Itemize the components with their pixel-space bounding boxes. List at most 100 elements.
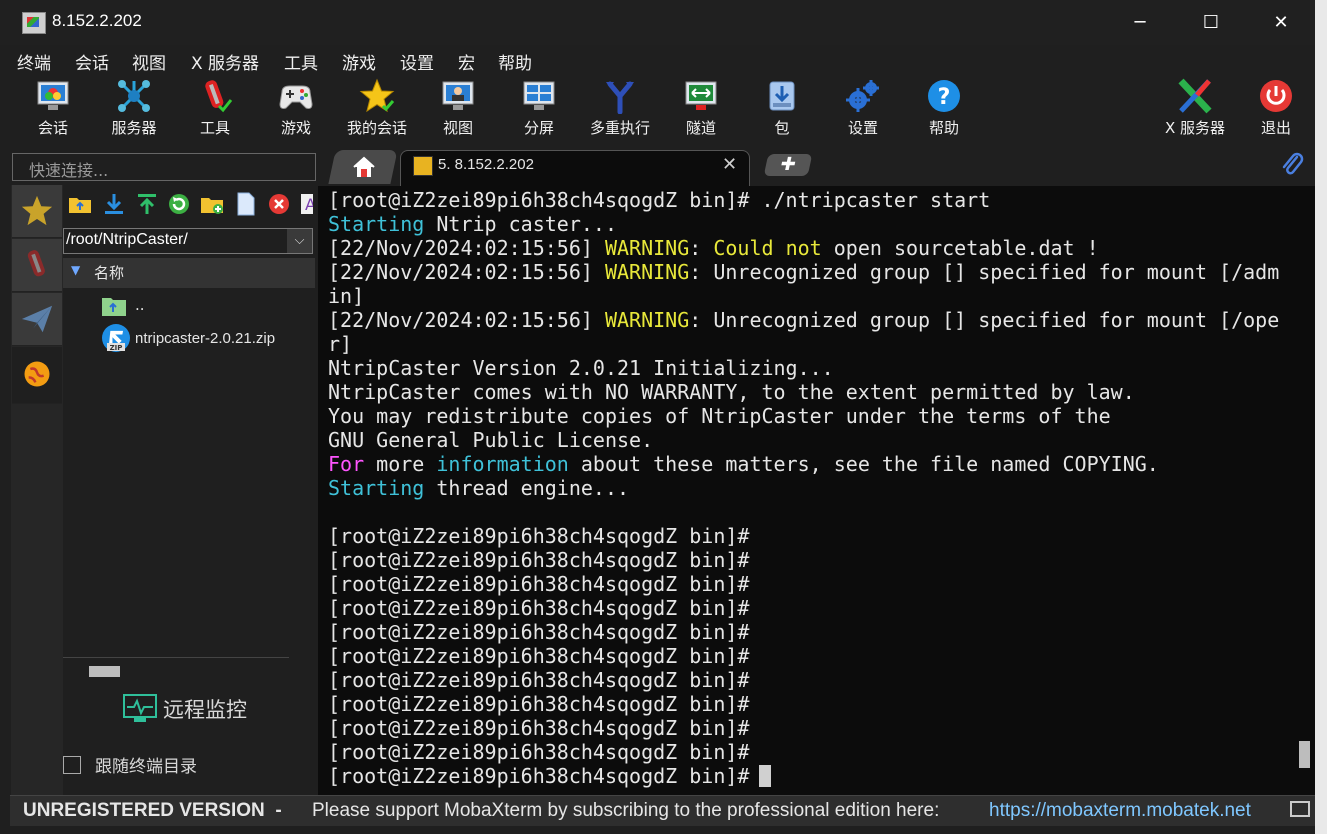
terminal-line: [root@iZ2zei89pi6h38ch4sqogdZ bin]# <box>328 596 1279 620</box>
menu-tools[interactable]: 工具 <box>284 49 318 74</box>
mobaxterm-window: 8.152.2.202 ─ ☐ ✕ 终端 会话 视图 X 服务器 工具 游戏 设… <box>0 0 1315 834</box>
terminal-text: [22/Nov/2024:02:15:56] <box>328 260 605 284</box>
packages-label: 包 <box>774 119 790 137</box>
paper-plane-icon <box>21 305 53 333</box>
terminal-text: [root@iZ2zei89pi6h38ch4sqogdZ bin]# <box>328 548 750 572</box>
app-icon <box>22 12 46 34</box>
rename-icon[interactable]: A <box>299 192 313 216</box>
menu-games[interactable]: 游戏 <box>342 49 376 74</box>
quick-connect-input[interactable]: 快速连接... <box>12 153 316 181</box>
zip-file-icon: ZIP <box>102 324 130 352</box>
terminal-scrollbar[interactable] <box>1299 741 1310 768</box>
terminal-text: WARNING <box>604 308 690 332</box>
tab-close-icon[interactable]: ✕ <box>722 154 737 175</box>
session-button[interactable]: 会话 <box>15 78 91 138</box>
path-dropdown-icon[interactable]: ⌵ <box>287 229 312 253</box>
terminal-text: GNU General Public License. <box>328 428 654 452</box>
ssh-key-icon <box>413 156 433 176</box>
menu-sessions[interactable]: 会话 <box>75 49 109 74</box>
terminal-text: You may redistribute copies of NtripCast… <box>328 404 1111 428</box>
terminal-text: more <box>364 452 437 476</box>
tools-button[interactable]: 工具 <box>177 78 253 138</box>
parent-folder-icon[interactable] <box>68 192 91 216</box>
split-button[interactable]: 分屏 <box>501 78 577 138</box>
terminal-text: [root@iZ2zei89pi6h38ch4sqogdZ bin]# <box>328 644 750 668</box>
xserver-button[interactable]: X 服务器 <box>1157 78 1233 138</box>
terminal-text: [root@iZ2zei89pi6h38ch4sqogdZ bin]# <box>328 668 750 692</box>
new-folder-icon[interactable] <box>200 192 223 216</box>
terminal-text: thread engine... <box>424 476 630 500</box>
session-icon <box>35 78 71 114</box>
mobaxterm-link[interactable]: https://mobaxterm.mobatek.net <box>989 800 1251 822</box>
sidebar-sftp-tab[interactable] <box>12 347 62 404</box>
close-button[interactable]: ✕ <box>1258 6 1304 39</box>
terminal-line: r] <box>328 332 1279 356</box>
servers-icon <box>116 78 152 114</box>
delete-icon[interactable] <box>267 192 289 216</box>
menu-help[interactable]: 帮助 <box>498 49 532 74</box>
terminal-text: [root@iZ2zei89pi6h38ch4sqogdZ bin]# ./nt… <box>328 188 991 212</box>
tools-icon <box>27 250 45 277</box>
view-label: 视图 <box>442 119 473 137</box>
sidebar-macros-tab[interactable] <box>12 293 62 346</box>
checkbox[interactable] <box>63 756 81 774</box>
exit-button[interactable]: 退出 <box>1238 78 1314 138</box>
terminal-text: [root@iZ2zei89pi6h38ch4sqogdZ bin]# <box>328 620 750 644</box>
paperclip-icon[interactable] <box>1280 151 1304 177</box>
remote-monitor-button[interactable]: 远程监控 <box>123 694 247 724</box>
games-label: 游戏 <box>280 119 311 137</box>
help-button[interactable]: ? 帮助 <box>906 78 982 138</box>
new-tab-button[interactable]: ✚ <box>763 154 813 176</box>
terminal-text: [root@iZ2zei89pi6h38ch4sqogdZ bin]# <box>328 716 750 740</box>
terminal-text: : <box>689 236 714 260</box>
new-file-icon[interactable] <box>234 192 256 216</box>
menu-terminal[interactable]: 终端 <box>17 49 51 74</box>
terminal-line: [22/Nov/2024:02:15:56] WARNING: Could no… <box>328 236 1279 260</box>
multiexec-button[interactable]: 多重执行 <box>582 78 658 138</box>
upload-icon[interactable] <box>135 192 157 216</box>
sftp-column-header[interactable]: ▼ 名称 <box>63 258 315 288</box>
terminal-line: [root@iZ2zei89pi6h38ch4sqogdZ bin]# <box>328 524 1279 548</box>
terminal-output[interactable]: [root@iZ2zei89pi6h38ch4sqogdZ bin]# ./nt… <box>328 188 1279 788</box>
screen-icon[interactable] <box>1290 801 1310 817</box>
sidebar-rail <box>11 185 63 795</box>
follow-terminal-checkbox[interactable]: 跟随终端目录 <box>63 752 197 777</box>
split-icon <box>521 78 557 114</box>
terminal-line: [root@iZ2zei89pi6h38ch4sqogdZ bin]# <box>328 572 1279 596</box>
status-bar: UNREGISTERED VERSION - Please support Mo… <box>10 795 1315 826</box>
maximize-button[interactable]: ☐ <box>1188 6 1234 39</box>
menu-view[interactable]: 视图 <box>132 49 166 74</box>
terminal-text: Could not <box>713 236 822 260</box>
menu-macros[interactable]: 宏 <box>458 49 475 74</box>
minimize-button[interactable]: ─ <box>1117 6 1163 39</box>
terminal-line: Starting thread engine... <box>328 476 1279 500</box>
refresh-icon[interactable] <box>167 192 189 216</box>
folder-up-icon <box>102 298 126 316</box>
menu-bar: 终端 会话 视图 X 服务器 工具 游戏 设置 宏 帮助 <box>0 45 1315 74</box>
panel-divider <box>63 657 289 658</box>
download-icon[interactable] <box>102 192 124 216</box>
my-sessions-button[interactable]: 我的会话 <box>339 78 415 138</box>
terminal-line: [root@iZ2zei89pi6h38ch4sqogdZ bin]# <box>328 644 1279 668</box>
servers-button[interactable]: 服务器 <box>96 78 172 138</box>
menu-xserver[interactable]: X 服务器 <box>191 49 259 74</box>
tunnel-button[interactable]: 隧道 <box>663 78 739 138</box>
menu-settings[interactable]: 设置 <box>400 49 434 74</box>
terminal-line: For more information about these matters… <box>328 452 1279 476</box>
view-button[interactable]: 视图 <box>420 78 496 138</box>
settings-label: 设置 <box>847 119 878 137</box>
games-button[interactable]: 游戏 <box>258 78 334 138</box>
sftp-horizontal-scrollbar[interactable] <box>89 666 120 677</box>
file-row-parent[interactable]: .. <box>63 291 315 321</box>
sftp-path-input[interactable]: /root/NtripCaster/ <box>63 228 313 254</box>
sidebar-sessions-tab[interactable] <box>12 185 62 238</box>
packages-button[interactable]: 包 <box>744 78 820 138</box>
terminal-text: NtripCaster comes with NO WARRANTY, to t… <box>328 380 1135 404</box>
file-row-zip[interactable]: ZIP ntripcaster-2.0.21.zip <box>63 324 315 354</box>
settings-button[interactable]: 设置 <box>825 78 901 138</box>
terminal-line: GNU General Public License. <box>328 428 1279 452</box>
my-sessions-label: 我的会话 <box>346 119 407 137</box>
monitor-icon <box>123 694 157 722</box>
sidebar-tools-tab[interactable] <box>12 239 62 292</box>
terminal-text: [root@iZ2zei89pi6h38ch4sqogdZ bin]# <box>328 524 750 548</box>
